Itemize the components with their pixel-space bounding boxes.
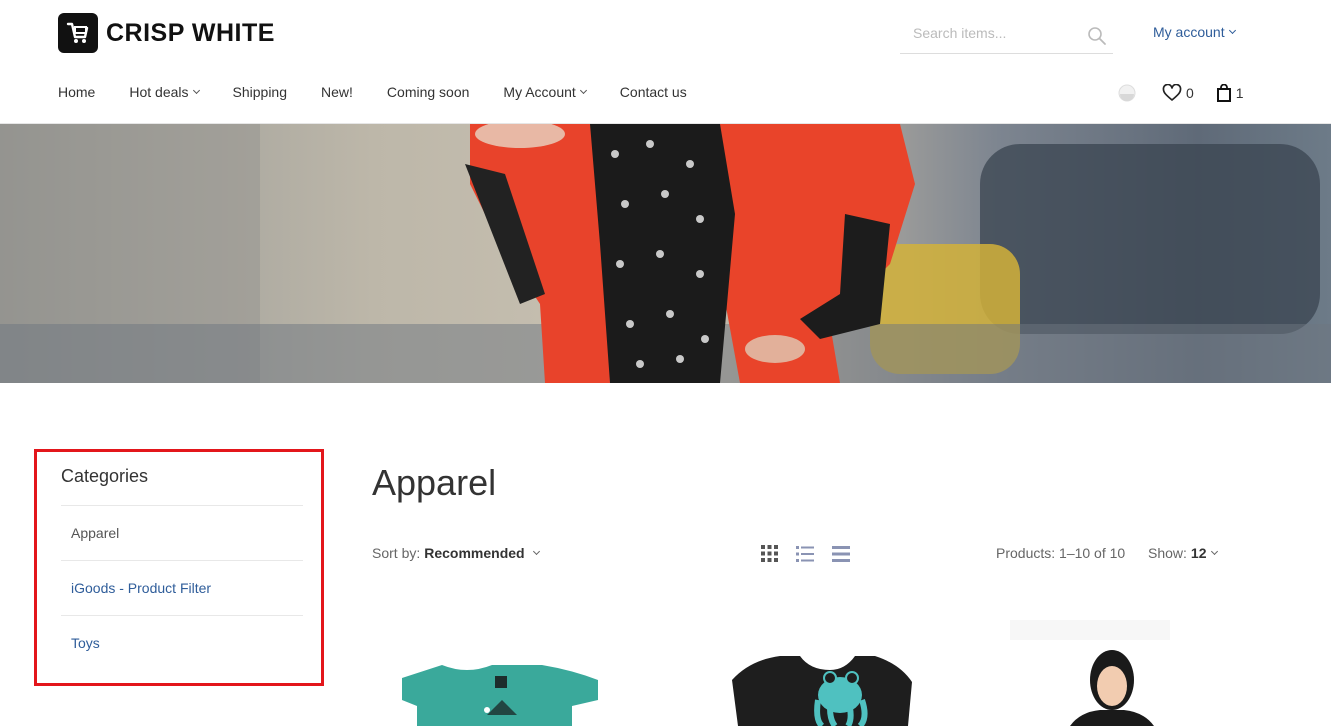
chevron-down-icon (1210, 547, 1218, 556)
search-box (900, 20, 1113, 54)
wishlist-count: 0 (1186, 85, 1194, 101)
cart-count: 1 (1235, 85, 1244, 101)
cart-logo-icon (58, 13, 98, 53)
cart-button[interactable]: 1 (1216, 84, 1244, 102)
nav-item-label: My Account (503, 84, 576, 100)
nav-item-shipping[interactable]: Shipping (233, 84, 288, 100)
page-title: Apparel (372, 462, 497, 503)
table-view-icon[interactable] (832, 545, 850, 562)
nav-item-contact-us[interactable]: Contact us (620, 84, 687, 100)
nav-item-hot-deals[interactable]: Hot deals (129, 84, 200, 100)
nav-item-label: Hot deals (129, 84, 189, 100)
compare-icon[interactable] (1118, 84, 1136, 102)
categories-sidebar: Categories Apparel iGoods - Product Filt… (34, 449, 324, 686)
nav-item-label: New! (321, 84, 353, 100)
brand-name: CRISP WHITE (106, 18, 275, 47)
my-account-label: My account (1153, 24, 1225, 40)
main-nav: Home Hot deals Shipping New! Coming soon… (58, 84, 721, 100)
product-image-cardigan[interactable] (690, 620, 930, 726)
show-label: Show: (1148, 545, 1187, 561)
nav-item-label: Coming soon (386, 84, 470, 100)
product-image-model-shirt[interactable] (1000, 620, 1240, 726)
view-mode-switcher (761, 545, 868, 562)
nav-item-coming-soon[interactable]: Coming soon (387, 84, 470, 100)
sort-value: Recommended (424, 545, 525, 561)
grid-view-icon[interactable] (761, 545, 778, 562)
products-count: Products: 1–10 of 10 (996, 545, 1126, 561)
product-image-tshirt[interactable] (372, 620, 612, 726)
wishlist-button[interactable]: 0 (1162, 84, 1194, 102)
my-account-dropdown[interactable]: My account (1153, 24, 1236, 40)
nav-item-label: Home (58, 84, 96, 100)
category-item-toys[interactable]: Toys (61, 615, 303, 670)
search-icon[interactable] (1087, 26, 1107, 51)
chevron-down-icon (532, 547, 540, 556)
store-logo[interactable]: CRISP WHITE (58, 13, 275, 53)
sort-dropdown[interactable]: Sort by: Recommended (372, 545, 540, 561)
category-banner-image (0, 124, 1331, 383)
nav-item-new[interactable]: New! (321, 84, 353, 100)
shopping-bag-icon (1216, 84, 1231, 102)
nav-item-label: Contact us (619, 84, 687, 100)
category-item-igoods-product-filter[interactable]: iGoods - Product Filter (61, 560, 303, 615)
nav-item-my-account[interactable]: My Account (503, 84, 587, 100)
per-page-dropdown[interactable]: Show: 12 (1148, 545, 1218, 561)
sort-label: Sort by: (372, 545, 421, 561)
list-view-icon[interactable] (796, 545, 814, 562)
show-value: 12 (1190, 545, 1207, 561)
heart-icon (1162, 84, 1182, 101)
category-item-apparel[interactable]: Apparel (61, 505, 303, 560)
search-input[interactable] (900, 20, 1080, 46)
categories-list: Apparel iGoods - Product Filter Toys (61, 505, 303, 670)
chevron-down-icon (579, 86, 587, 95)
nav-item-label: Shipping (232, 84, 288, 100)
categories-title: Categories (61, 466, 149, 486)
nav-item-home[interactable]: Home (58, 84, 95, 100)
chevron-down-icon (1228, 26, 1236, 35)
nav-tools: 0 1 (1118, 84, 1244, 102)
chevron-down-icon (192, 86, 200, 95)
